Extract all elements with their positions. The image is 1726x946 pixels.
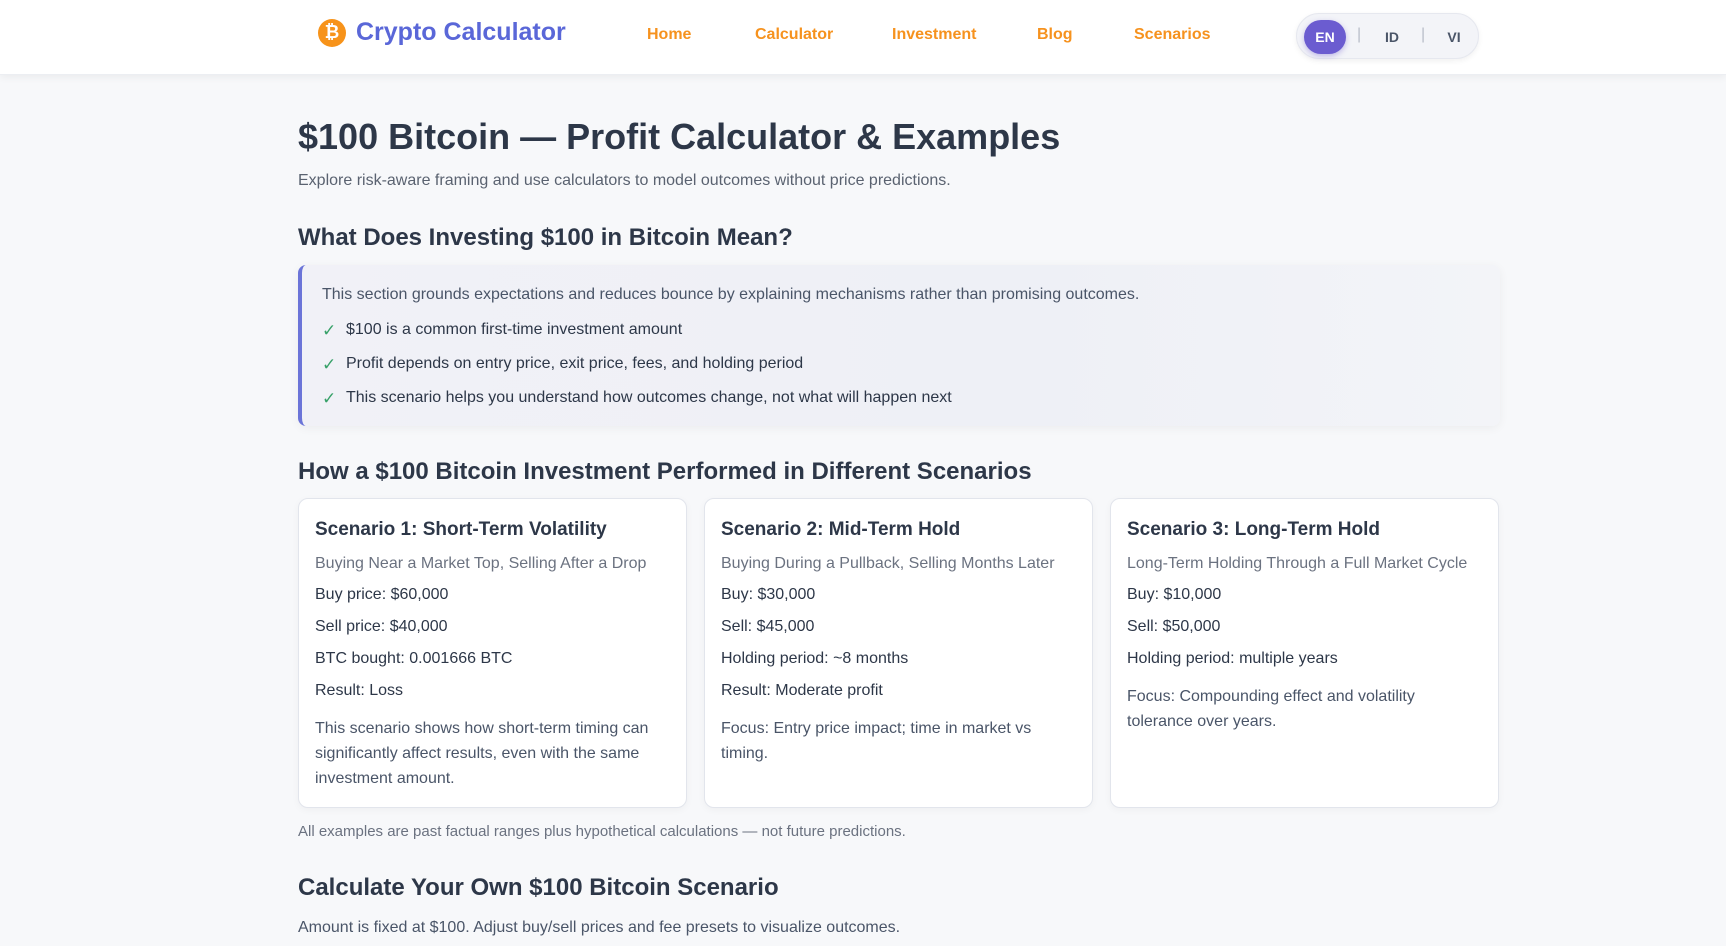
brand-logo[interactable]: ₿ Crypto Calculator xyxy=(318,18,566,47)
list-item: ✓ $100 is a common first-time investment… xyxy=(322,321,952,355)
list-item: ✓ Profit depends on entry price, exit pr… xyxy=(322,355,952,389)
list-item-text: Profit depends on entry price, exit pric… xyxy=(346,355,804,372)
check-list: ✓ $100 is a common first-time investment… xyxy=(322,321,952,423)
language-switcher: EN | ID | VI xyxy=(1296,13,1479,59)
page-subtitle: Explore risk-aware framing and use calcu… xyxy=(298,172,951,189)
scenario-sell-price: Sell price: $40,000 xyxy=(315,618,448,635)
nav-link-scenarios[interactable]: Scenarios xyxy=(1134,26,1210,44)
scenario-buy-price: Buy price: $60,000 xyxy=(315,586,449,603)
info-intro: This section grounds expectations and re… xyxy=(322,286,1140,303)
scenario-title: Scenario 3: Long-Term Hold xyxy=(1127,519,1381,540)
nav-link-investment[interactable]: Investment xyxy=(892,26,976,44)
checkmark-icon: ✓ xyxy=(322,389,337,408)
scenario-subtitle: Buying Near a Market Top, Selling After … xyxy=(315,555,647,572)
top-navbar: ₿ Crypto Calculator Home Calculator Inve… xyxy=(0,0,1726,75)
list-item: ✓ This scenario helps you understand how… xyxy=(322,389,952,423)
language-en-button[interactable]: EN xyxy=(1304,20,1346,54)
scenario-title: Scenario 1: Short-Term Volatility xyxy=(315,519,607,540)
nav-link-calculator[interactable]: Calculator xyxy=(755,26,833,44)
nav-link-blog[interactable]: Blog xyxy=(1037,26,1073,44)
brand-name: Crypto Calculator xyxy=(356,18,566,46)
scenario-btc-bought: BTC bought: 0.001666 BTC xyxy=(315,650,513,667)
checkmark-icon: ✓ xyxy=(322,355,337,374)
language-id-button[interactable]: ID xyxy=(1377,20,1407,54)
scenario-holding-period: Holding period: multiple years xyxy=(1127,650,1338,667)
scenario-title: Scenario 2: Mid-Term Hold xyxy=(721,519,961,540)
scenario-card-1: Scenario 1: Short-Term Volatility Buying… xyxy=(298,498,687,808)
language-separator: | xyxy=(1357,26,1362,43)
language-separator: | xyxy=(1421,26,1426,43)
language-vi-button[interactable]: VI xyxy=(1439,20,1469,54)
scenario-buy-price: Buy: $10,000 xyxy=(1127,586,1222,603)
scenario-subtitle: Long-Term Holding Through a Full Market … xyxy=(1127,555,1468,572)
nav-link-home[interactable]: Home xyxy=(647,26,691,44)
what-section-heading: What Does Investing $100 in Bitcoin Mean… xyxy=(298,224,793,251)
scenario-result: Result: Loss xyxy=(315,682,404,699)
scenario-card-3: Scenario 3: Long-Term Hold Long-Term Hol… xyxy=(1110,498,1499,808)
scenario-sell-price: Sell: $50,000 xyxy=(1127,618,1221,635)
scenario-sell-price: Sell: $45,000 xyxy=(721,618,815,635)
list-item-text: $100 is a common first-time investment a… xyxy=(346,321,683,338)
scenario-card-2: Scenario 2: Mid-Term Hold Buying During … xyxy=(704,498,1093,808)
scenario-note: Focus: Compounding effect and volatility… xyxy=(1127,688,1415,730)
bitcoin-icon: ₿ xyxy=(318,18,346,47)
list-item-text: This scenario helps you understand how o… xyxy=(346,389,952,406)
scenario-note: This scenario shows how short-term timin… xyxy=(315,720,649,787)
scenario-result: Result: Moderate profit xyxy=(721,682,883,699)
page-title: $100 Bitcoin — Profit Calculator & Examp… xyxy=(298,116,1061,157)
scenarios-section-heading: How a $100 Bitcoin Investment Performed … xyxy=(298,458,1032,485)
scenario-subtitle: Buying During a Pullback, Selling Months… xyxy=(721,555,1055,572)
scenario-holding-period: Holding period: ~8 months xyxy=(721,650,909,667)
scenarios-disclaimer: All examples are past factual ranges plu… xyxy=(298,823,906,840)
scenario-note: Focus: Entry price impact; time in marke… xyxy=(721,720,1032,762)
checkmark-icon: ✓ xyxy=(322,321,337,340)
scenario-buy-price: Buy: $30,000 xyxy=(721,586,816,603)
info-box: This section grounds expectations and re… xyxy=(298,265,1500,426)
calculator-section-heading: Calculate Your Own $100 Bitcoin Scenario xyxy=(298,874,779,901)
calculator-intro: Amount is fixed at $100. Adjust buy/sell… xyxy=(298,919,901,936)
